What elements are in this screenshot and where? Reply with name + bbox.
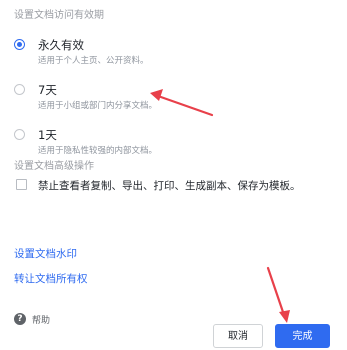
expiry-option-desc: 适用于小组或部门内分享文档。 <box>38 101 158 111</box>
help-label: 帮助 <box>32 316 51 326</box>
annotation-arrow-to-confirm <box>266 266 290 323</box>
disable-copy-export-option[interactable]: 禁止查看者复制、导出、打印、生成副本、保存为模板。 <box>14 178 334 196</box>
radio-permanent[interactable] <box>14 39 25 50</box>
disable-copy-checkbox[interactable] <box>16 179 27 190</box>
confirm-button[interactable]: 完成 <box>275 324 330 348</box>
disable-copy-label: 禁止查看者复制、导出、打印、生成副本、保存为模板。 <box>38 180 301 192</box>
expiry-option-label: 1天 <box>38 128 57 142</box>
transfer-ownership-link[interactable]: 转让文档所有权 <box>14 271 88 286</box>
help-icon: ? <box>14 313 26 325</box>
expiry-option-desc: 适用于隐私性较强的内部文档。 <box>38 146 158 156</box>
advanced-section-title: 设置文档高级操作 <box>14 161 94 172</box>
expiry-option-7days[interactable]: 7天 适用于小组或部门内分享文档。 <box>14 82 314 118</box>
expiry-option-label: 永久有效 <box>38 38 84 52</box>
expiry-option-desc: 适用于个人主页、公开资料。 <box>38 56 149 66</box>
radio-7days[interactable] <box>14 84 25 95</box>
radio-1day[interactable] <box>14 129 25 140</box>
expiry-option-permanent[interactable]: 永久有效 适用于个人主页、公开资料。 <box>14 37 314 73</box>
expiry-section-title: 设置文档访问有效期 <box>14 10 104 21</box>
cancel-button[interactable]: 取消 <box>213 324 263 348</box>
expiry-option-label: 7天 <box>38 83 57 97</box>
set-watermark-link[interactable]: 设置文档水印 <box>14 246 77 261</box>
